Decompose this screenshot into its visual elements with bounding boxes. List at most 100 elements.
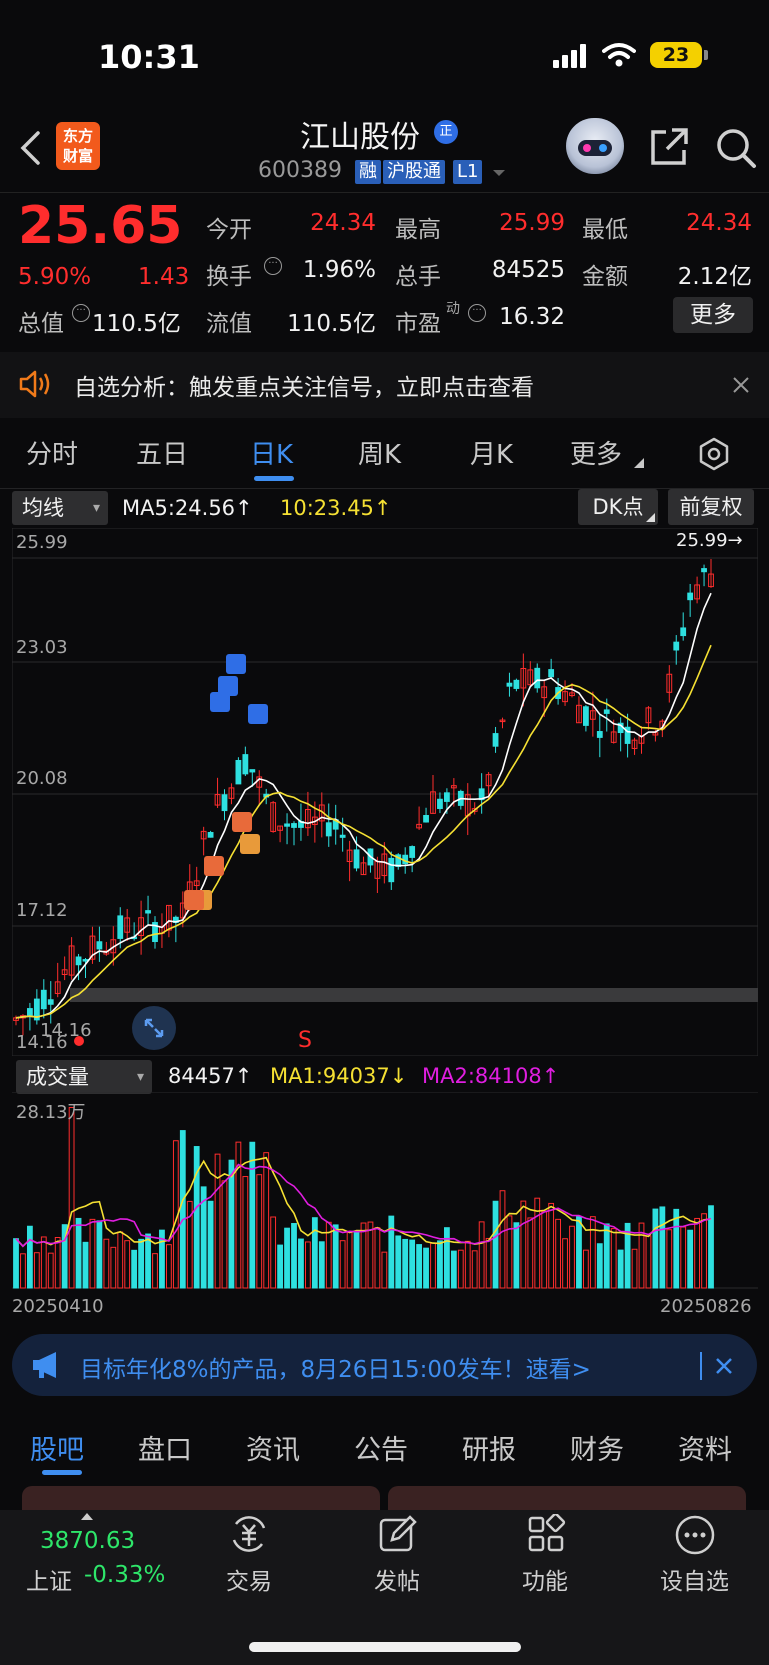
chevron-down-icon[interactable]	[492, 168, 506, 178]
volume-label: 总手	[395, 264, 441, 290]
tab-monthly-k[interactable]: 月K	[470, 434, 513, 471]
volume-bar	[694, 1217, 701, 1289]
tab-announcements[interactable]: 公告	[354, 1428, 408, 1467]
megaphone-icon	[33, 1352, 56, 1378]
sell-signal-marker	[210, 692, 230, 712]
open-value: 24.34	[310, 210, 376, 236]
dk-corner-icon	[646, 513, 655, 522]
volume-bar	[96, 1220, 103, 1289]
nav-functions[interactable]: 功能	[522, 1562, 568, 1596]
price-axis-label: 25.99	[16, 532, 68, 553]
volume-bar	[513, 1222, 520, 1289]
share-icon[interactable]	[648, 126, 690, 168]
volume-bar	[499, 1190, 506, 1289]
volume-bar	[471, 1250, 478, 1289]
volume-bar	[631, 1248, 638, 1289]
candle-body	[534, 667, 541, 689]
volume-bar	[152, 1253, 158, 1289]
candle-body	[409, 846, 416, 858]
tag-margin: 融	[355, 160, 381, 184]
functions-icon[interactable]	[526, 1514, 566, 1554]
volume-bar	[541, 1211, 548, 1289]
tab-daily-k[interactable]: 日K	[250, 434, 293, 471]
nav-trade[interactable]: 交易	[226, 1562, 272, 1596]
more-dots-icon[interactable]	[674, 1514, 716, 1556]
volume-bar	[409, 1239, 416, 1289]
tab-forum[interactable]: 股吧	[30, 1428, 84, 1467]
tab-news[interactable]: 资讯	[246, 1428, 300, 1467]
candle-body	[221, 794, 228, 812]
candle-body	[75, 956, 82, 966]
price-axis-label: 17.12	[16, 900, 68, 921]
volume-bar	[583, 1249, 589, 1289]
zheng-badge: 正	[434, 120, 458, 144]
more-quote-button[interactable]: 更多	[673, 297, 753, 333]
amount-label: 金额	[582, 264, 628, 290]
max-price-marker: 25.99→	[676, 530, 743, 551]
volume-bar	[381, 1251, 388, 1289]
candle-body	[117, 915, 124, 939]
volume-bar	[617, 1249, 624, 1289]
volume-bar	[89, 1218, 96, 1289]
volume-bar	[437, 1240, 443, 1289]
settings-icon[interactable]	[696, 436, 732, 472]
kline-chart[interactable]	[12, 528, 758, 1056]
volume-bar	[54, 1237, 61, 1289]
expand-chart-icon[interactable]	[132, 1006, 176, 1050]
close-icon[interactable]	[732, 376, 750, 394]
candle-body	[325, 822, 332, 837]
volume-bar	[485, 1237, 492, 1289]
tab-profile[interactable]: 资料	[678, 1428, 732, 1467]
tab-research[interactable]: 研报	[462, 1428, 516, 1467]
open-label: 今开	[206, 217, 252, 243]
trade-icon[interactable]	[228, 1514, 270, 1554]
caret-up-icon[interactable]	[80, 1512, 94, 1521]
volume-bar	[395, 1235, 402, 1289]
search-icon[interactable]	[714, 126, 758, 170]
volume-value: 84525	[491, 257, 565, 283]
volume-bar	[33, 1252, 40, 1289]
volume-bar	[659, 1206, 666, 1289]
volume-bar	[548, 1202, 555, 1289]
home-indicator	[249, 1642, 521, 1652]
volume-bar	[179, 1130, 186, 1289]
candle-body	[27, 1008, 33, 1016]
info-icon[interactable]: ···	[72, 304, 90, 322]
tab-weekly-k[interactable]: 周K	[358, 434, 401, 471]
chart-cursor-dot	[74, 1036, 84, 1046]
nav-post[interactable]: 发帖	[374, 1562, 420, 1596]
volume-bar	[207, 1200, 214, 1289]
adjust-price-button[interactable]: 前复权	[668, 489, 754, 525]
volume-bar	[291, 1223, 297, 1289]
volume-bar	[464, 1240, 471, 1289]
content-card-right	[388, 1486, 746, 1510]
robot-assistant-icon[interactable]	[566, 118, 624, 174]
mktcap-value: 110.5亿	[92, 311, 181, 337]
volume-bar	[569, 1225, 575, 1289]
candle-body	[388, 857, 395, 883]
tab-finance[interactable]: 财务	[570, 1428, 624, 1467]
post-icon[interactable]	[378, 1514, 418, 1554]
logo-line1: 东方	[62, 127, 93, 145]
candle-body	[548, 669, 555, 678]
tab-more[interactable]: 更多	[570, 434, 622, 471]
volume-bar	[589, 1216, 596, 1289]
tab-five-day[interactable]: 五日	[136, 434, 188, 471]
min-price-marker: 14.16	[40, 1020, 92, 1041]
signal-s-marker: S	[298, 1028, 312, 1053]
tab-orderbook[interactable]: 盘口	[138, 1428, 192, 1467]
volume-chart[interactable]	[12, 1092, 758, 1296]
back-icon[interactable]	[18, 130, 44, 166]
ma-selector[interactable]: 均线	[12, 491, 108, 525]
ma5-value: MA5:24.56↑	[122, 496, 253, 520]
turnover-label: 换手	[206, 264, 252, 290]
float-label: 流值	[206, 311, 252, 337]
tab-intraday[interactable]: 分时	[26, 434, 78, 471]
chart-frame	[12, 528, 758, 1056]
nav-add-watchlist[interactable]: 设自选	[660, 1562, 729, 1596]
volume-bar	[298, 1238, 304, 1289]
close-icon[interactable]	[714, 1356, 734, 1376]
candle-body	[249, 769, 256, 773]
volume-selector[interactable]: 成交量	[16, 1060, 152, 1094]
index-value[interactable]: 3870.63	[40, 1528, 135, 1554]
